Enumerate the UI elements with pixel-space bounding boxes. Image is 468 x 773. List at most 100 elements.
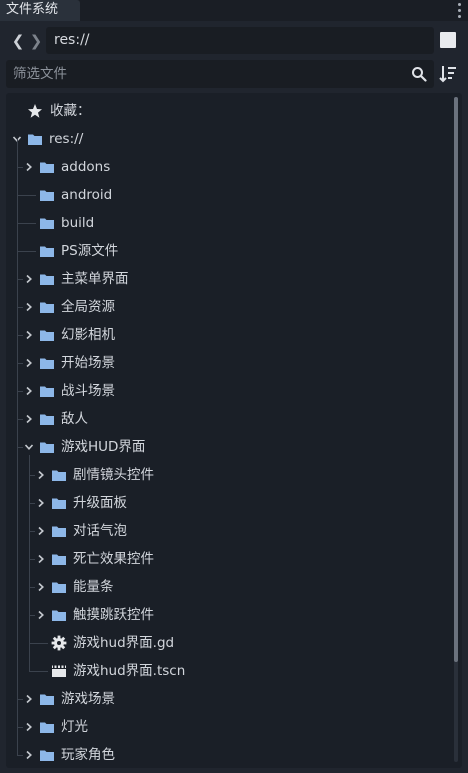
path-bar: ❮ ❯ res:// xyxy=(0,27,468,55)
folder-icon xyxy=(52,526,66,537)
chevron-right-icon[interactable] xyxy=(36,582,46,592)
back-arrow-icon[interactable]: ❮ xyxy=(11,31,25,51)
chevron-right-icon[interactable] xyxy=(24,694,34,704)
folder-icon xyxy=(40,386,54,397)
filter-bar: 筛选文件 xyxy=(6,60,434,88)
chevron-right-icon[interactable] xyxy=(36,610,46,620)
chevron-right-icon[interactable] xyxy=(24,274,34,284)
tree-guide-stub xyxy=(17,195,36,196)
tree-folder-row[interactable]: 对话气泡 xyxy=(6,517,454,545)
tree-item-label: 开始场景 xyxy=(61,355,115,371)
tree-item-label: 幻影相机 xyxy=(61,327,115,343)
star-icon xyxy=(28,104,42,118)
tab-filesystem[interactable]: 文件系统 xyxy=(0,0,80,21)
tree-folder-row[interactable]: 战斗场景 xyxy=(6,377,454,405)
chevron-right-icon[interactable] xyxy=(24,162,34,172)
forward-arrow-icon[interactable]: ❯ xyxy=(29,31,43,51)
favorites-row[interactable]: 收藏： xyxy=(6,97,454,125)
folder-icon xyxy=(52,610,66,621)
folder-icon xyxy=(28,134,42,145)
folder-icon xyxy=(52,554,66,565)
dock-tab-bar: 文件系统 xyxy=(0,0,468,21)
tree-item-label: build xyxy=(61,215,95,231)
tree-folder-row[interactable]: addons xyxy=(6,153,454,181)
tree-folder-row[interactable]: 游戏场景 xyxy=(6,685,454,713)
folder-icon xyxy=(40,246,54,257)
chevron-right-icon[interactable] xyxy=(36,554,46,564)
chevron-right-icon[interactable] xyxy=(36,498,46,508)
tree-guide-line xyxy=(17,139,18,755)
folder-icon xyxy=(40,750,54,761)
folder-icon xyxy=(40,442,54,453)
folder-icon xyxy=(40,218,54,229)
tree-item-label: addons xyxy=(61,159,111,175)
chevron-right-icon[interactable] xyxy=(24,330,34,340)
folder-icon xyxy=(40,330,54,341)
tree-folder-row[interactable]: 幻影相机 xyxy=(6,321,454,349)
tree-folder-row[interactable]: 游戏HUD界面 xyxy=(6,433,454,461)
folder-icon xyxy=(40,302,54,313)
tree-folder-row[interactable]: 升级面板 xyxy=(6,489,454,517)
dock-menu-icon[interactable] xyxy=(458,2,462,19)
file-tree[interactable]: 收藏： res:// addons android build PS源文件主菜单界面全… xyxy=(6,93,462,768)
root-row[interactable]: res:// xyxy=(6,125,454,153)
tree-folder-row[interactable]: 触摸跳跃控件 xyxy=(6,601,454,629)
tree-guide-stub xyxy=(17,251,36,252)
tree-item-label: 游戏场景 xyxy=(61,691,115,707)
tree-folder-row[interactable]: 死亡效果控件 xyxy=(6,545,454,573)
favorites-label: 收藏： xyxy=(50,103,91,119)
search-icon xyxy=(412,67,427,82)
tree-scrollbar[interactable] xyxy=(454,97,458,762)
folder-icon xyxy=(40,358,54,369)
tree-item-label: 全局资源 xyxy=(61,299,115,315)
folder-icon xyxy=(40,274,54,285)
tree-guide-stub xyxy=(29,643,48,644)
chevron-down-icon[interactable] xyxy=(24,442,34,452)
chevron-right-icon[interactable] xyxy=(24,386,34,396)
tree-item-label: 敌人 xyxy=(61,411,88,427)
tree-folder-row[interactable]: PS源文件 xyxy=(6,237,454,265)
root-label: res:// xyxy=(49,131,84,147)
chevron-right-icon[interactable] xyxy=(24,358,34,368)
tree-guide-line xyxy=(29,455,30,671)
tree-folder-row[interactable]: 灯光 xyxy=(6,713,454,741)
split-view-toggle-button[interactable] xyxy=(440,32,456,48)
tree-folder-row[interactable]: build xyxy=(6,209,454,237)
tree-folder-row[interactable]: 敌人 xyxy=(6,405,454,433)
path-input[interactable]: res:// xyxy=(46,27,434,54)
chevron-right-icon[interactable] xyxy=(24,302,34,312)
chevron-right-icon[interactable] xyxy=(24,414,34,424)
tree-guide-stub xyxy=(17,755,23,756)
chevron-right-icon[interactable] xyxy=(24,750,34,760)
folder-icon xyxy=(52,470,66,481)
chevron-right-icon[interactable] xyxy=(24,722,34,732)
folder-icon xyxy=(40,694,54,705)
folder-icon xyxy=(40,722,54,733)
filter-input[interactable]: 筛选文件 xyxy=(6,60,434,88)
tree-file-row[interactable]: 游戏hud界面.tscn xyxy=(6,657,454,685)
tree-folder-row[interactable]: 全局资源 xyxy=(6,293,454,321)
tree-item-label: 剧情镜头控件 xyxy=(73,467,154,483)
tree-folder-row[interactable]: 玩家角色 xyxy=(6,741,454,768)
tree-scrollbar-thumb[interactable] xyxy=(454,97,458,662)
tree-folder-row[interactable]: 剧情镜头控件 xyxy=(6,461,454,489)
tree-item-label: 游戏hud界面.tscn xyxy=(73,663,186,679)
tree-file-row[interactable]: 游戏hud界面.gd xyxy=(6,629,454,657)
tree-item-label: 对话气泡 xyxy=(73,523,127,539)
tree-folder-row[interactable]: 主菜单界面 xyxy=(6,265,454,293)
folder-icon xyxy=(52,498,66,509)
tree-folder-row[interactable]: 开始场景 xyxy=(6,349,454,377)
tree-item-label: 游戏HUD界面 xyxy=(61,439,146,455)
folder-icon xyxy=(40,162,54,173)
tree-item-label: 能量条 xyxy=(73,579,114,595)
tree-folder-row[interactable]: 能量条 xyxy=(6,573,454,601)
tree-item-label: 主菜单界面 xyxy=(61,271,129,287)
chevron-right-icon[interactable] xyxy=(36,470,46,480)
chevron-right-icon[interactable] xyxy=(36,526,46,536)
tree-folder-row[interactable]: android xyxy=(6,181,454,209)
tree-item-label: 游戏hud界面.gd xyxy=(73,635,175,651)
tree-item-label: 升级面板 xyxy=(73,495,127,511)
sort-icon[interactable] xyxy=(438,64,458,84)
tree-item-label: 战斗场景 xyxy=(61,383,115,399)
tree-item-label: android xyxy=(61,187,113,203)
